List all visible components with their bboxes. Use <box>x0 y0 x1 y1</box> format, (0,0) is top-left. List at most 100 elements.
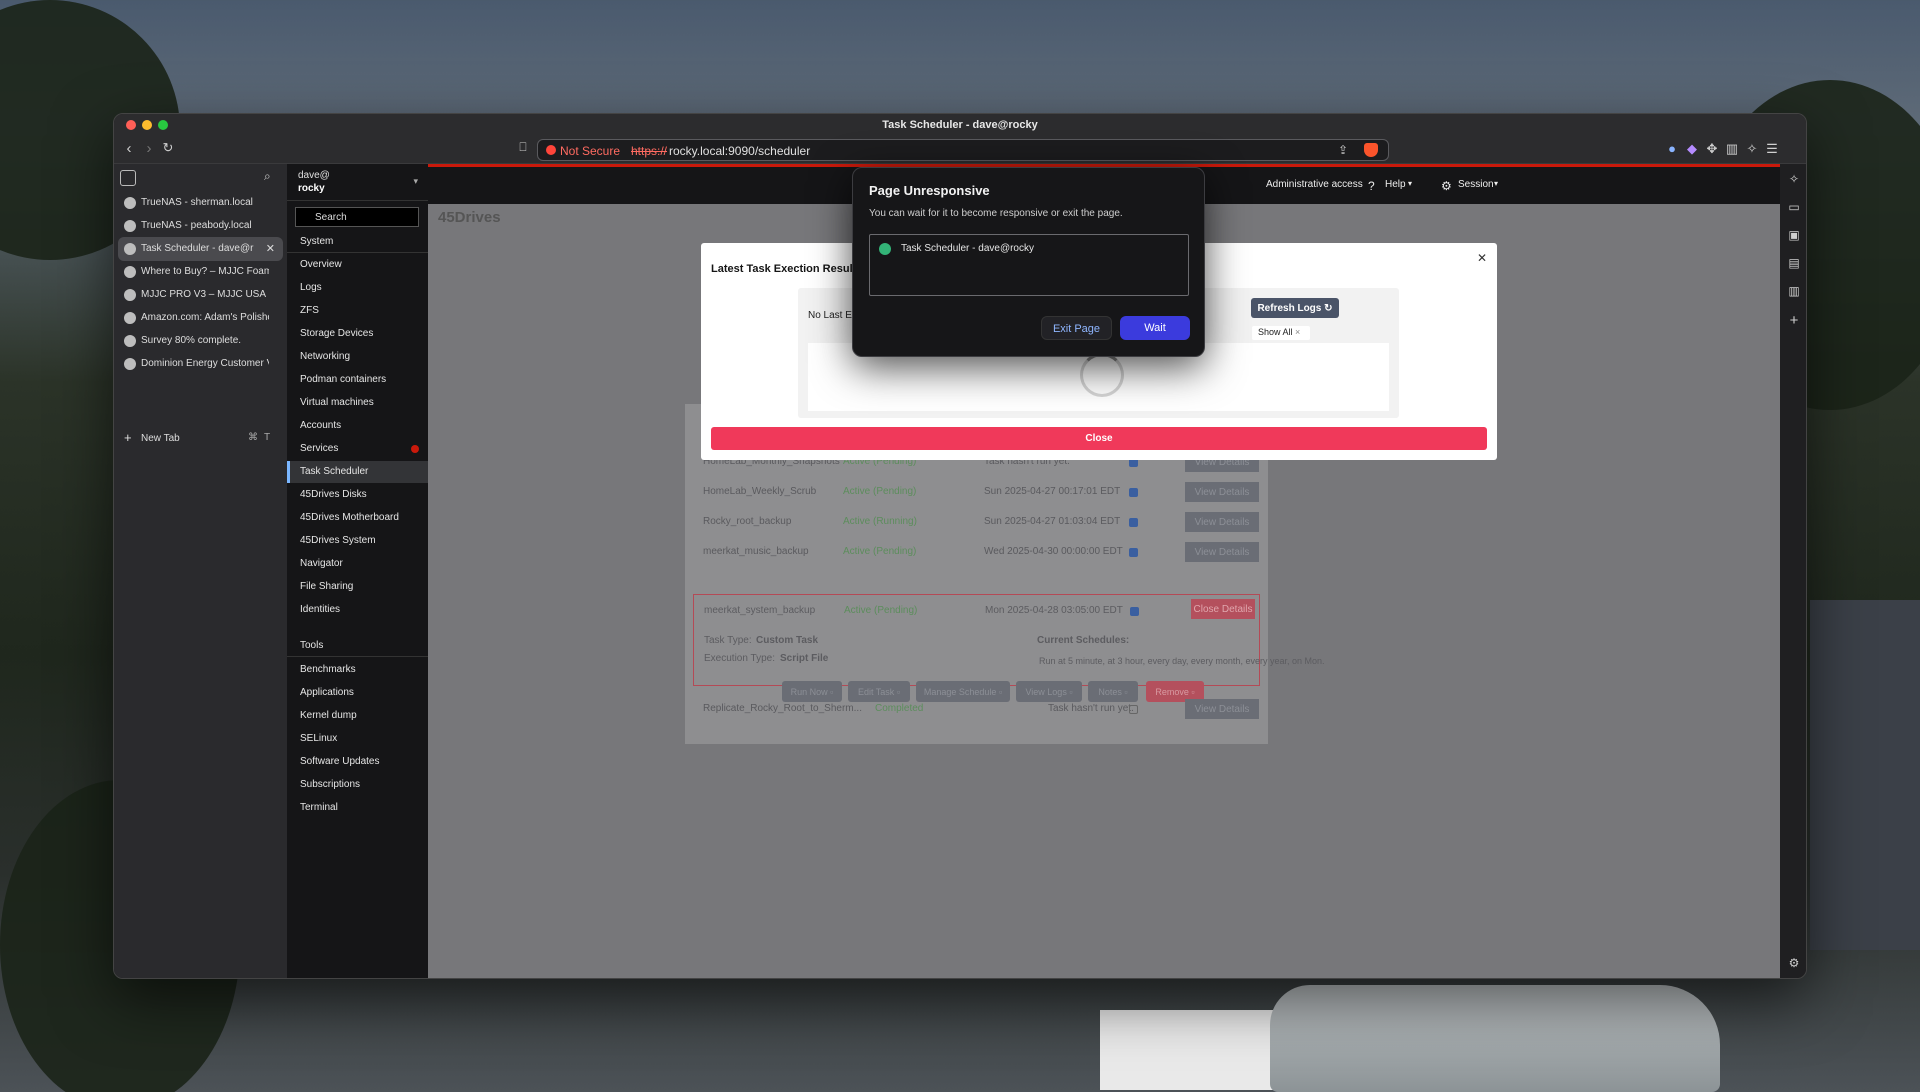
nav-item[interactable]: Virtual machines <box>287 392 428 414</box>
reading-list-icon[interactable]: ▥ <box>1786 284 1802 300</box>
nav-item[interactable]: Accounts <box>287 415 428 437</box>
nav-item-label: 45Drives Disks <box>300 489 367 500</box>
view-details-button[interactable]: View Details <box>1185 512 1259 532</box>
nav-search-input[interactable]: Search <box>295 207 419 227</box>
task-enabled-checkbox[interactable] <box>1130 607 1139 616</box>
menu-icon[interactable]: ☰ <box>1765 142 1779 156</box>
back-icon[interactable]: ‹ <box>120 140 138 157</box>
nav-item[interactable]: 45Drives System <box>287 530 428 552</box>
gear-icon[interactable]: ⚙ <box>1786 956 1802 972</box>
amazon-icon <box>124 312 136 324</box>
table-row: Rocky_root_backup Active (Running) Sun 202… <box>693 508 1260 538</box>
task-enabled-checkbox[interactable] <box>1129 488 1138 497</box>
close-details-button[interactable]: Close Details <box>1191 599 1255 619</box>
nav-item[interactable]: Identities <box>287 599 428 621</box>
not-secure-label[interactable]: Not Secure <box>560 144 620 158</box>
refresh-logs-button[interactable]: Refresh Logs ↻ <box>1251 298 1339 318</box>
wallet-extension-icon[interactable]: ◆ <box>1685 142 1699 156</box>
nav-item[interactable]: Applications <box>287 682 428 704</box>
nav-item[interactable]: Subscriptions <box>287 774 428 796</box>
nav-item[interactable]: 45Drives Motherboard <box>287 507 428 529</box>
45drives-logo: 45Drives <box>438 209 501 226</box>
plus-icon[interactable]: + <box>1786 312 1802 329</box>
nav-item[interactable]: File Sharing <box>287 576 428 598</box>
sidebar-toggle-icon[interactable]: ▥ <box>1725 142 1739 156</box>
address-bar[interactable]: Not Secure https:// rocky.local:9090/sch… <box>537 139 1389 161</box>
task-enabled-checkbox[interactable] <box>1129 705 1138 714</box>
nav-item[interactable]: SELinux <box>287 728 428 750</box>
task-type-value: Custom Task <box>756 635 819 646</box>
tab-item[interactable]: MJJC PRO V3 – MJJC USA <box>118 283 283 307</box>
wallet-icon[interactable]: ▣ <box>1786 228 1802 244</box>
session-menu[interactable]: Session <box>1458 179 1494 190</box>
view-details-button[interactable]: View Details <box>1185 482 1259 502</box>
nav-item[interactable]: Networking <box>287 346 428 368</box>
tab-item[interactable]: TrueNAS - sherman.local <box>118 191 283 215</box>
nav-item-label: Applications <box>300 687 354 698</box>
nav-item-label: Virtual machines <box>300 397 374 408</box>
warning-icon <box>546 145 556 155</box>
tab-item[interactable]: Amazon.com: Adam's Polishe <box>118 306 283 330</box>
nav-item[interactable]: Task Scheduler <box>287 461 428 483</box>
bookmarks-icon[interactable]: ▤ <box>1786 256 1802 272</box>
task-name: Rocky_root_backup <box>703 516 792 527</box>
nav-item[interactable]: 45Drives Disks <box>287 484 428 506</box>
puzzle-icon[interactable]: ✥ <box>1705 142 1719 156</box>
nav-item[interactable]: Software Updates <box>287 751 428 773</box>
close-icon[interactable]: ✕ <box>1477 251 1487 265</box>
nav-item[interactable]: Services <box>287 438 428 460</box>
leo-ai-icon[interactable]: ✧ <box>1786 172 1802 188</box>
wallpaper-house <box>1810 600 1920 950</box>
browser-toolbar: ‹ › ↻ ⎕ Not Secure https:// rocky.local:… <box>114 136 1806 164</box>
host-switcher[interactable]: dave@ rocky ▾ <box>287 164 428 201</box>
forward-icon[interactable]: › <box>140 140 158 157</box>
help-menu[interactable]: Help <box>1385 179 1406 190</box>
nav-item[interactable]: Terminal <box>287 797 428 819</box>
nav-item[interactable]: Navigator <box>287 553 428 575</box>
nav-item[interactable]: Logs <box>287 277 428 299</box>
sidebar-panel-icon[interactable] <box>120 170 136 186</box>
task-enabled-checkbox[interactable] <box>1129 518 1138 527</box>
exit-page-button[interactable]: Exit Page <box>1041 316 1112 340</box>
share-icon[interactable]: ⇪ <box>1338 143 1348 157</box>
new-tab-button[interactable]: + New Tab ⌘ T <box>118 427 283 449</box>
leo-ai-icon[interactable]: ✧ <box>1745 142 1759 156</box>
tab-label: Where to Buy? – MJJC Foam <box>141 266 269 277</box>
task-status: Active (Pending) <box>843 546 917 557</box>
task-name: HomeLab_Weekly_Scrub <box>703 486 817 497</box>
exec-type-value: Script File <box>780 653 829 664</box>
video-icon[interactable]: ▭ <box>1786 200 1802 216</box>
task-last-run: Wed 2025-04-30 00:00:00 EDT <box>984 546 1123 557</box>
nav-item[interactable]: Overview <box>287 254 428 276</box>
reload-icon[interactable]: ↻ <box>159 140 177 156</box>
tab-item[interactable]: Dominion Energy Customer V <box>118 352 283 376</box>
right-sidebar: ✧ ▭ ▣ ▤ ▥ + ⚙ <box>1780 164 1806 978</box>
close-tab-icon[interactable]: ✕ <box>266 242 275 255</box>
bookmark-icon[interactable]: ⎕ <box>514 140 532 155</box>
close-button[interactable]: Close <box>711 427 1487 450</box>
nav-item-label: File Sharing <box>300 581 354 592</box>
nav-item[interactable]: ZFS <box>287 300 428 322</box>
tab-item[interactable]: Survey 80% complete. <box>118 329 283 353</box>
nav-item[interactable]: Benchmarks <box>287 659 428 681</box>
brave-shield-icon[interactable] <box>1364 143 1378 157</box>
admin-access[interactable]: Administrative access <box>1266 179 1363 190</box>
extension-icon[interactable]: ● <box>1665 142 1679 156</box>
view-details-button[interactable]: View Details <box>1185 699 1259 719</box>
nav-item[interactable]: Storage Devices <box>287 323 428 345</box>
nav-item-label: Software Updates <box>300 756 380 767</box>
title-bar: Task Scheduler - dave@rocky <box>114 114 1806 136</box>
vertical-tabs-panel: ⌕ TrueNAS - sherman.local TrueNAS - peabo… <box>114 164 287 978</box>
wait-button[interactable]: Wait <box>1120 316 1190 340</box>
show-all-toggle[interactable]: Show All × <box>1252 326 1310 340</box>
nav-item[interactable]: Podman containers <box>287 369 428 391</box>
tab-item[interactable]: Task Scheduler - dave@r ✕ <box>118 237 283 261</box>
tab-item[interactable]: Where to Buy? – MJJC Foam <box>118 260 283 284</box>
search-icon[interactable]: ⌕ <box>264 169 271 184</box>
host-name: rocky <box>298 183 325 194</box>
help-icon: ? <box>1368 179 1375 193</box>
tab-item[interactable]: TrueNAS - peabody.local <box>118 214 283 238</box>
view-details-button[interactable]: View Details <box>1185 542 1259 562</box>
task-enabled-checkbox[interactable] <box>1129 548 1138 557</box>
nav-item[interactable]: Kernel dump <box>287 705 428 727</box>
